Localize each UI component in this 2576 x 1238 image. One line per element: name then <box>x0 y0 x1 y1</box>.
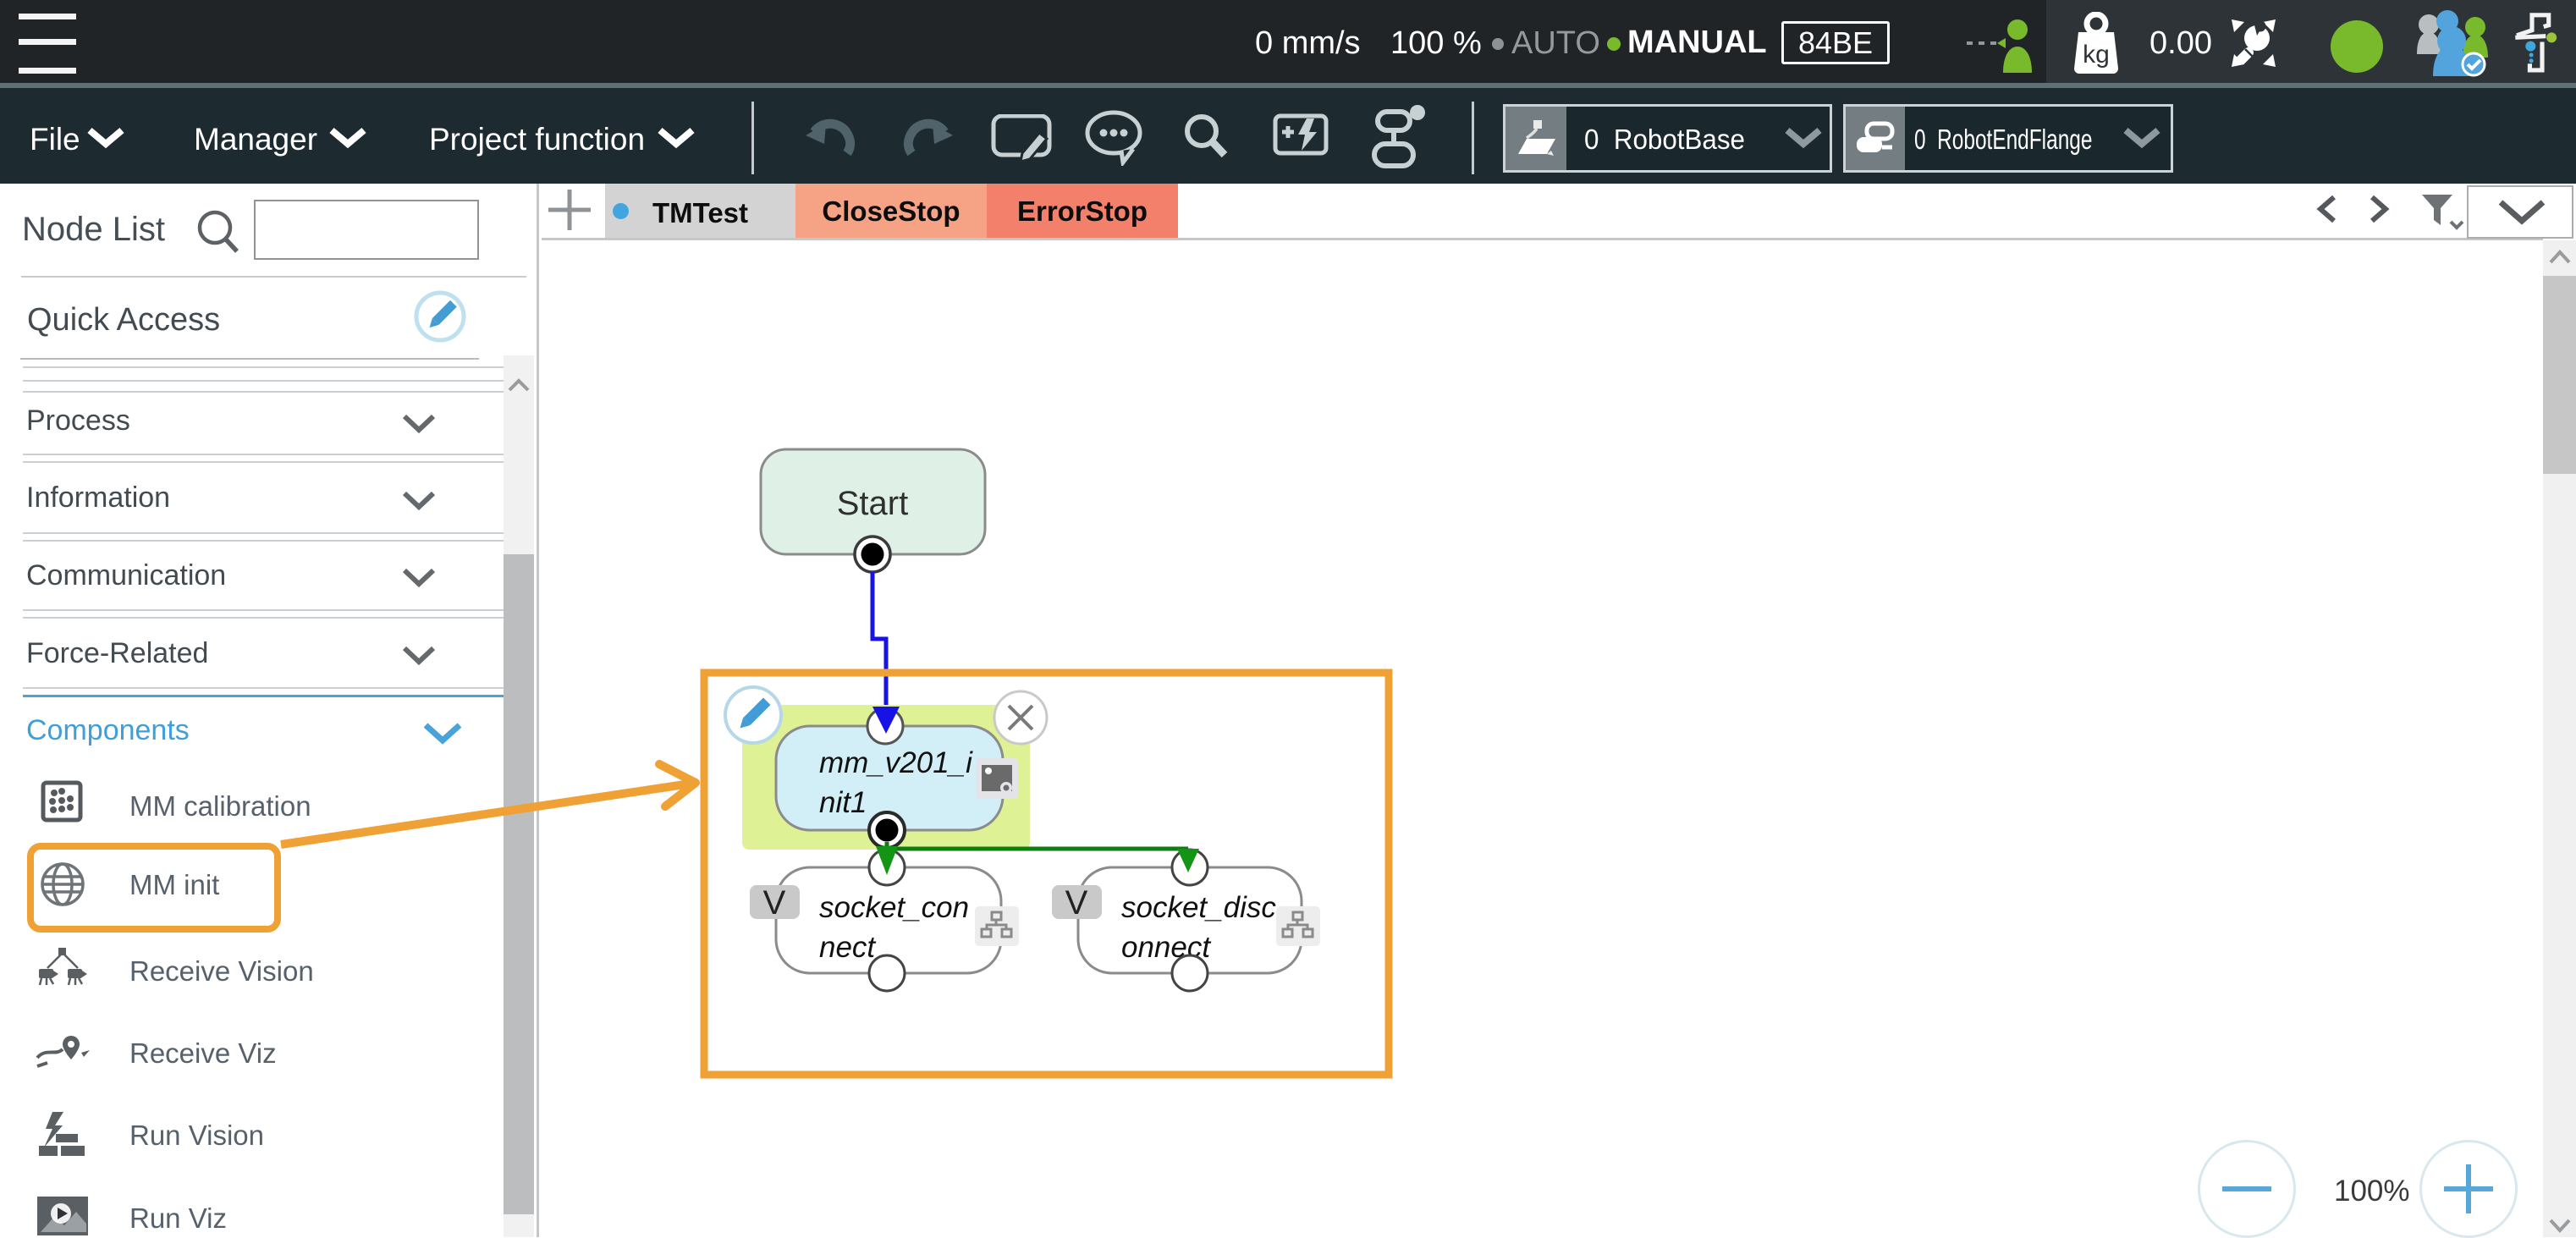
svg-text:nect: nect <box>819 931 876 964</box>
svg-text:V: V <box>763 884 786 922</box>
svg-text:socket_disc: socket_disc <box>1121 891 1276 924</box>
svg-text:mm_v201_i: mm_v201_i <box>819 746 973 779</box>
svg-text:nit1: nit1 <box>819 786 867 819</box>
svg-text:socket_con: socket_con <box>819 891 969 924</box>
svg-text:Start: Start <box>837 485 908 522</box>
svg-text:V: V <box>1065 884 1088 922</box>
